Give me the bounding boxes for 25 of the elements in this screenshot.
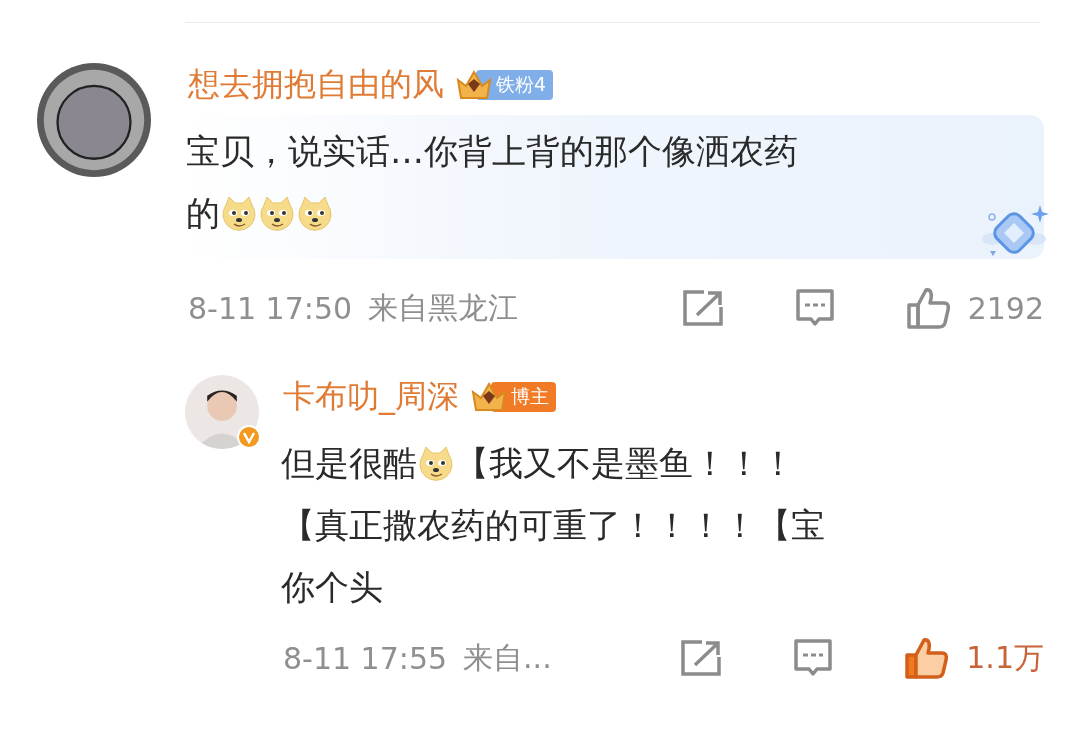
username[interactable]: 卡布叻_周深 (283, 375, 459, 419)
dog-face-icon (258, 195, 296, 233)
comment-text: 的 (186, 192, 220, 235)
comment-location: 来自... (463, 638, 552, 677)
share-icon[interactable] (680, 639, 723, 677)
thumbs-up-icon[interactable] (904, 636, 951, 680)
dog-face-icon (296, 195, 334, 233)
comment-text: 你个头 (281, 566, 383, 609)
dog-face-icon (220, 195, 258, 233)
comment-text: 但是很酷 (281, 442, 417, 485)
dog-face-icon (417, 445, 455, 483)
like-count: 2192 (967, 290, 1044, 326)
comment-icon[interactable] (793, 288, 836, 328)
comment-time: 8-11 17:50 (188, 290, 353, 326)
comment-location: 来自黑龙江 (368, 288, 519, 327)
like-count: 1.1万 (966, 638, 1044, 677)
comment-text: 【我又不是墨鱼！！！ (455, 442, 795, 485)
comment-text: 宝贝，说实话…你背上背的那个像洒农药 (186, 130, 798, 173)
username[interactable]: 想去拥抱自由的风 (188, 63, 444, 107)
comment-icon[interactable] (792, 638, 835, 678)
thumbs-up-icon[interactable] (905, 286, 952, 330)
avatar[interactable] (37, 63, 151, 177)
share-icon[interactable] (681, 289, 724, 327)
comment-time: 8-11 17:55 (283, 640, 448, 676)
comment-text: 【真正撒农药的可重了！！！！【宝 (281, 504, 825, 547)
